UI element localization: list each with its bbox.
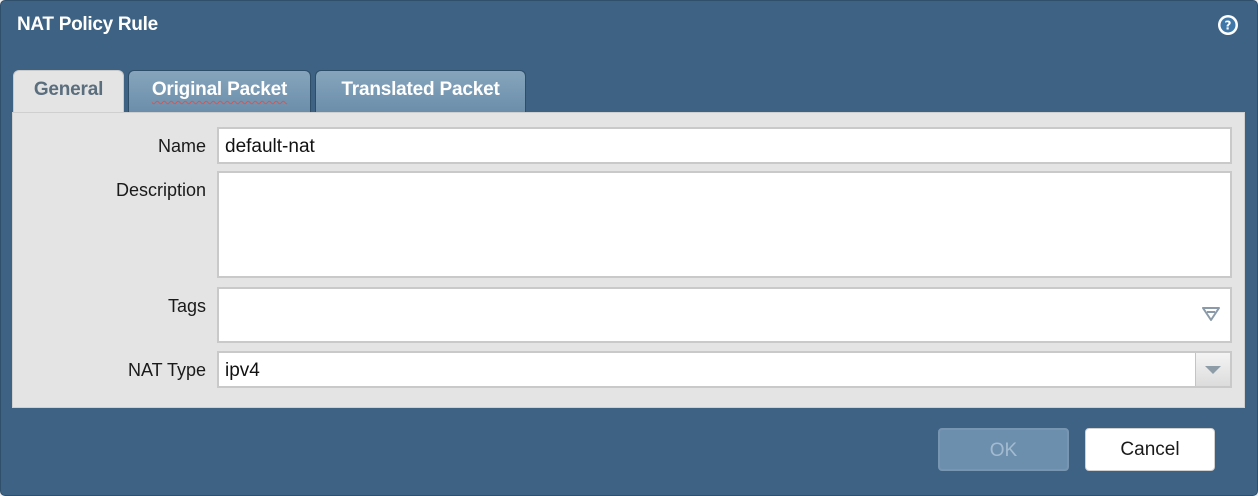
svg-text:?: ? <box>1225 19 1232 33</box>
tab-original-packet[interactable]: Original Packet <box>128 70 311 112</box>
description-label: Description <box>115 180 206 200</box>
tab-general[interactable]: General <box>13 70 124 114</box>
name-label: Name <box>157 136 206 156</box>
description-textarea[interactable] <box>217 171 1232 278</box>
nat-type-dropdown-button[interactable] <box>1195 353 1230 386</box>
chevron-down-icon <box>1205 366 1221 374</box>
cancel-button[interactable]: Cancel <box>1085 428 1215 471</box>
tab-original-packet-label: Original Packet <box>151 79 288 100</box>
tab-translated-packet[interactable]: Translated Packet <box>315 70 526 112</box>
nat-type-label: NAT Type <box>127 360 206 380</box>
name-input[interactable]: default-nat <box>217 127 1232 164</box>
nat-type-value: ipv4 <box>225 360 260 381</box>
ok-button[interactable]: OK <box>938 428 1069 471</box>
name-input-value: default-nat <box>225 136 315 157</box>
help-icon[interactable]: ? <box>1217 14 1239 36</box>
tags-input[interactable] <box>217 287 1232 343</box>
nat-type-select[interactable]: ipv4 <box>217 351 1232 388</box>
nat-policy-rule-dialog: NAT Policy Rule ? General Original Packe… <box>0 0 1258 496</box>
tags-label: Tags <box>167 296 206 316</box>
tab-general-label: General <box>33 79 104 100</box>
tags-dropdown-icon[interactable] <box>1202 307 1220 321</box>
tab-translated-packet-label: Translated Packet <box>341 79 500 100</box>
dialog-title: NAT Policy Rule <box>17 14 158 35</box>
